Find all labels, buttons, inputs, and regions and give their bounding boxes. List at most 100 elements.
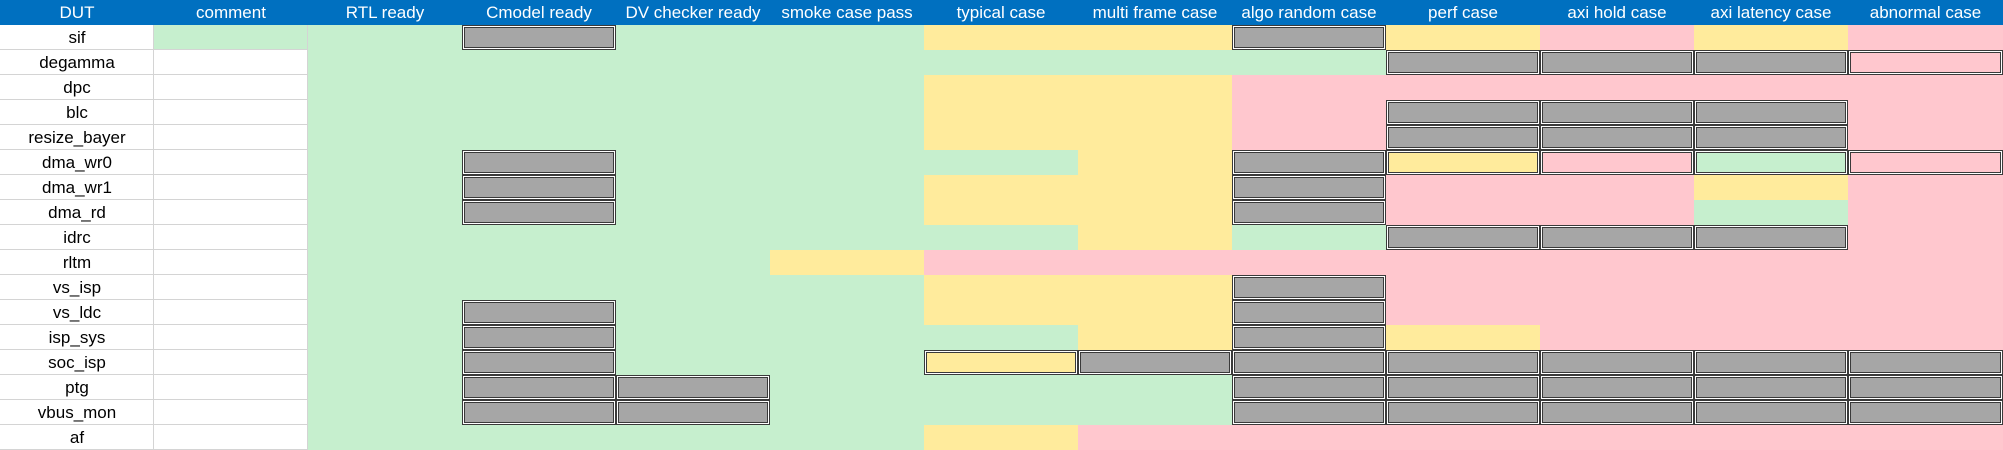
status-cell[interactable]	[1694, 275, 1848, 300]
header-comment[interactable]: comment	[154, 0, 308, 25]
dut-name-cell[interactable]: dpc	[0, 75, 154, 100]
status-cell[interactable]	[1078, 250, 1232, 275]
status-cell[interactable]	[1386, 225, 1540, 250]
status-cell[interactable]	[462, 75, 616, 100]
status-cell[interactable]	[1232, 275, 1386, 300]
status-cell[interactable]	[308, 325, 462, 350]
status-cell[interactable]	[616, 250, 770, 275]
dut-name-cell[interactable]: dma_wr1	[0, 175, 154, 200]
status-cell[interactable]	[462, 200, 616, 225]
dut-name-cell[interactable]: af	[0, 425, 154, 450]
status-cell[interactable]	[616, 200, 770, 225]
dut-name-cell[interactable]: vbus_mon	[0, 400, 154, 425]
status-cell[interactable]	[462, 125, 616, 150]
status-cell[interactable]	[1386, 275, 1540, 300]
status-cell[interactable]	[1232, 125, 1386, 150]
status-cell[interactable]	[462, 225, 616, 250]
status-cell[interactable]	[1386, 175, 1540, 200]
status-cell[interactable]	[1232, 400, 1386, 425]
status-cell[interactable]	[1694, 300, 1848, 325]
status-cell[interactable]	[1540, 100, 1694, 125]
status-cell[interactable]	[1848, 25, 2003, 50]
status-cell[interactable]	[1386, 375, 1540, 400]
header-dut[interactable]: DUT	[0, 0, 154, 25]
status-cell[interactable]	[1232, 225, 1386, 250]
status-cell[interactable]	[1540, 300, 1694, 325]
status-cell[interactable]	[154, 325, 308, 350]
status-cell[interactable]	[308, 175, 462, 200]
status-cell[interactable]	[1386, 350, 1540, 375]
status-cell[interactable]	[1232, 100, 1386, 125]
status-cell[interactable]	[924, 275, 1078, 300]
status-cell[interactable]	[1078, 125, 1232, 150]
status-cell[interactable]	[770, 250, 924, 275]
status-cell[interactable]	[1694, 375, 1848, 400]
status-cell[interactable]	[1540, 275, 1694, 300]
status-cell[interactable]	[616, 175, 770, 200]
status-cell[interactable]	[462, 350, 616, 375]
status-cell[interactable]	[308, 275, 462, 300]
status-cell[interactable]	[1694, 325, 1848, 350]
status-cell[interactable]	[770, 375, 924, 400]
status-cell[interactable]	[1078, 75, 1232, 100]
dut-name-cell[interactable]: sif	[0, 25, 154, 50]
header-algo-random-case[interactable]: algo random case	[1232, 0, 1386, 25]
status-cell[interactable]	[1694, 400, 1848, 425]
status-cell[interactable]	[154, 375, 308, 400]
status-cell[interactable]	[308, 250, 462, 275]
status-cell[interactable]	[462, 275, 616, 300]
dut-name-cell[interactable]: soc_isp	[0, 350, 154, 375]
status-cell[interactable]	[1848, 275, 2003, 300]
status-cell[interactable]	[1078, 150, 1232, 175]
status-cell[interactable]	[154, 425, 308, 450]
status-cell[interactable]	[1386, 425, 1540, 450]
status-cell[interactable]	[1386, 75, 1540, 100]
status-cell[interactable]	[616, 375, 770, 400]
status-cell[interactable]	[154, 150, 308, 175]
dut-name-cell[interactable]: blc	[0, 100, 154, 125]
status-cell[interactable]	[154, 100, 308, 125]
status-cell[interactable]	[924, 225, 1078, 250]
status-cell[interactable]	[308, 350, 462, 375]
status-cell[interactable]	[308, 25, 462, 50]
status-cell[interactable]	[1078, 200, 1232, 225]
status-cell[interactable]	[1540, 225, 1694, 250]
status-cell[interactable]	[1078, 275, 1232, 300]
status-cell[interactable]	[462, 400, 616, 425]
status-cell[interactable]	[1540, 425, 1694, 450]
status-cell[interactable]	[154, 75, 308, 100]
status-cell[interactable]	[770, 400, 924, 425]
status-cell[interactable]	[770, 325, 924, 350]
status-cell[interactable]	[462, 325, 616, 350]
status-cell[interactable]	[1232, 325, 1386, 350]
status-cell[interactable]	[770, 100, 924, 125]
status-cell[interactable]	[1540, 175, 1694, 200]
status-cell[interactable]	[1232, 375, 1386, 400]
status-cell[interactable]	[1694, 200, 1848, 225]
header-dv-checker-ready[interactable]: DV checker ready	[616, 0, 770, 25]
status-cell[interactable]	[1848, 150, 2003, 175]
status-cell[interactable]	[1386, 200, 1540, 225]
status-cell[interactable]	[462, 250, 616, 275]
dut-name-cell[interactable]: idrc	[0, 225, 154, 250]
status-cell[interactable]	[1078, 375, 1232, 400]
status-cell[interactable]	[1694, 250, 1848, 275]
header-typical-case[interactable]: typical case	[924, 0, 1078, 25]
status-cell[interactable]	[770, 175, 924, 200]
header-rtl-ready[interactable]: RTL ready	[308, 0, 462, 25]
status-cell[interactable]	[1232, 425, 1386, 450]
status-cell[interactable]	[1232, 250, 1386, 275]
status-cell[interactable]	[1386, 100, 1540, 125]
status-cell[interactable]	[1386, 25, 1540, 50]
status-cell[interactable]	[1078, 175, 1232, 200]
header-cmodel-ready[interactable]: Cmodel ready	[462, 0, 616, 25]
status-cell[interactable]	[1232, 150, 1386, 175]
status-cell[interactable]	[1386, 50, 1540, 75]
status-cell[interactable]	[616, 425, 770, 450]
status-cell[interactable]	[1232, 50, 1386, 75]
status-cell[interactable]	[1540, 350, 1694, 375]
status-cell[interactable]	[770, 50, 924, 75]
dut-name-cell[interactable]: ptg	[0, 375, 154, 400]
status-cell[interactable]	[1694, 150, 1848, 175]
status-cell[interactable]	[616, 275, 770, 300]
